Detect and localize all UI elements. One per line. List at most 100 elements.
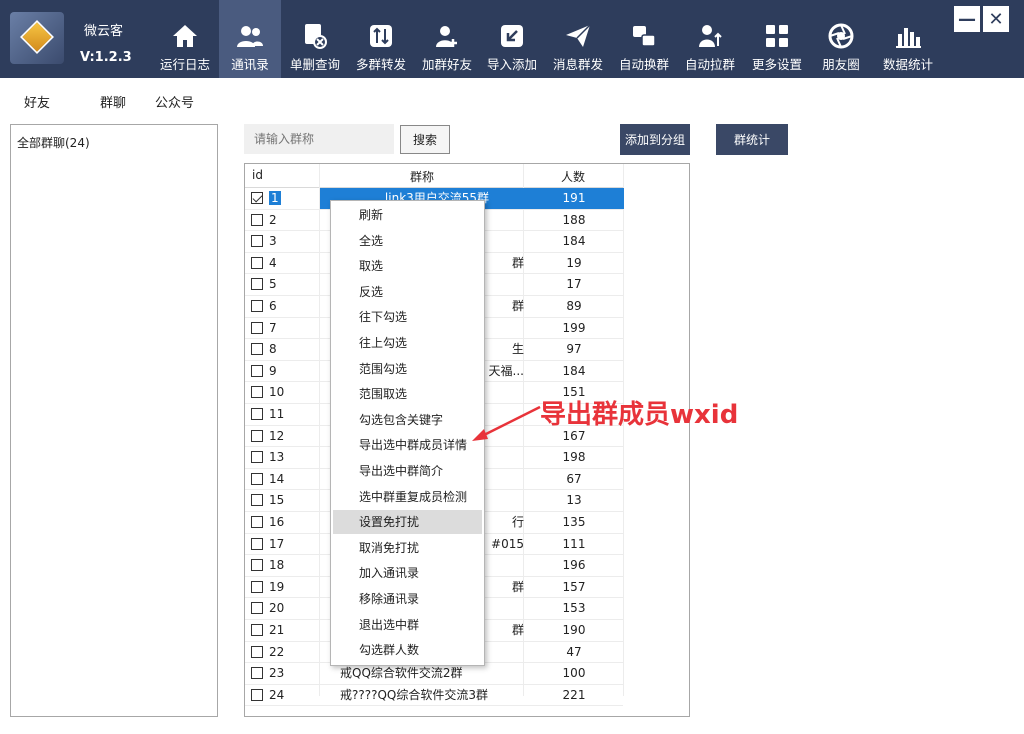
row-checkbox[interactable]	[251, 667, 263, 680]
context-menu-item[interactable]: 勾选包含关键字	[333, 408, 482, 432]
row-member-count: 19	[566, 255, 582, 270]
close-button[interactable]: ✕	[983, 6, 1009, 32]
row-member-count: 196	[562, 558, 586, 573]
search-button[interactable]: 搜索	[400, 125, 450, 154]
toolbar-multi-forward[interactable]: 多群转发	[350, 0, 412, 78]
toolbar-label: 多群转发	[355, 57, 406, 72]
toolbar-label: 朋友圈	[822, 57, 860, 72]
row-checkbox[interactable]	[251, 321, 263, 334]
context-menu-item[interactable]: 刷新	[333, 203, 482, 227]
annotation-label: 导出群成员wxid	[540, 400, 739, 430]
context-menu-item[interactable]: 移除通讯录	[333, 587, 482, 611]
toolbar-run-log[interactable]: 运行日志	[154, 0, 216, 78]
toolbar-import-add[interactable]: 导入添加	[481, 0, 543, 78]
row-id: 24	[269, 687, 285, 702]
toolbar-add-friend[interactable]: 加群好友	[416, 0, 478, 78]
tab-friends[interactable]: 好友	[24, 92, 50, 111]
toolbar-label: 单删查询	[289, 57, 340, 72]
tab-group-chats[interactable]: 群聊	[100, 92, 126, 111]
group-stats-button[interactable]: 群统计	[716, 124, 788, 155]
row-id-cell: 24	[251, 688, 284, 702]
row-id-cell: 7	[251, 321, 277, 335]
minimize-button[interactable]: —	[954, 6, 980, 32]
toolbar-contacts[interactable]: 通讯录	[219, 0, 281, 78]
toolbar-data-stats[interactable]: 数据统计	[877, 0, 939, 78]
context-menu-item[interactable]: 反选	[333, 280, 482, 304]
row-checkbox[interactable]	[251, 300, 263, 312]
context-menu-item[interactable]: 范围取选	[333, 382, 482, 406]
context-menu-item[interactable]: 设置免打扰	[333, 510, 482, 535]
table-header: id 群称 人数	[245, 164, 623, 188]
context-menu-item[interactable]: 取选	[333, 254, 482, 278]
row-id-cell: 17	[251, 537, 284, 551]
row-checkbox[interactable]	[251, 602, 263, 615]
row-checkbox[interactable]	[251, 537, 263, 550]
header-id: id	[252, 168, 263, 182]
row-checkbox[interactable]	[251, 408, 263, 420]
toolbar-mass-message[interactable]: 消息群发	[547, 0, 609, 78]
toolbar-label: 通讯录	[231, 57, 269, 72]
row-checkbox[interactable]	[251, 645, 263, 658]
row-member-count: 221	[562, 687, 586, 702]
table-row[interactable]: 23 戒QQ综合软件交流2群 100	[245, 663, 623, 685]
context-menu-item[interactable]: 选中群重复成员检测	[333, 485, 482, 509]
row-checkbox[interactable]	[251, 451, 263, 464]
toolbar-delete-check[interactable]: 单删查询	[284, 0, 346, 78]
toolbar-more-settings[interactable]: 更多设置	[746, 0, 808, 78]
import-icon	[498, 22, 526, 50]
row-member-count: 67	[566, 471, 582, 486]
row-checkbox[interactable]	[251, 256, 263, 269]
row-id-cell: 14	[251, 472, 284, 486]
context-menu-item[interactable]: 往下勾选	[333, 305, 482, 329]
context-menu-item[interactable]: 退出选中群	[333, 613, 482, 637]
tab-official-accounts[interactable]: 公众号	[155, 92, 194, 111]
add-to-group-button[interactable]: 添加到分组	[620, 124, 690, 155]
row-checkbox[interactable]	[251, 343, 263, 356]
row-id: 23	[269, 666, 285, 681]
search-input[interactable]	[244, 124, 394, 154]
context-menu-item[interactable]: 加入通讯录	[333, 561, 482, 585]
row-checkbox[interactable]	[251, 559, 263, 572]
context-menu-item[interactable]: 勾选群人数	[333, 638, 482, 662]
category-all-groups[interactable]: 全部群聊(24)	[17, 134, 90, 151]
forward-icon	[367, 22, 395, 50]
context-menu-item[interactable]: 范围勾选	[333, 357, 482, 381]
row-checkbox[interactable]	[251, 516, 263, 528]
row-checkbox[interactable]	[251, 624, 263, 636]
row-checkbox[interactable]	[251, 386, 263, 399]
context-menu-item[interactable]: 取消免打扰	[333, 536, 482, 560]
row-checkbox[interactable]	[251, 235, 263, 248]
table-row[interactable]: 24 戒????QQ综合软件交流3群 221	[245, 685, 623, 707]
home-icon	[171, 22, 199, 50]
context-menu-item[interactable]: 全选	[333, 229, 482, 253]
row-id: 19	[269, 579, 285, 594]
row-checkbox[interactable]	[251, 364, 263, 377]
row-checkbox[interactable]	[251, 688, 263, 701]
row-checkbox[interactable]	[251, 429, 263, 442]
row-checkbox[interactable]	[251, 192, 263, 204]
toolbar-auto-switch[interactable]: 自动换群	[613, 0, 675, 78]
row-checkbox[interactable]	[251, 494, 263, 507]
toolbar-moments[interactable]: 朋友圈	[810, 0, 872, 78]
add-friend-icon	[433, 22, 461, 50]
row-id: 5	[269, 277, 277, 292]
aperture-icon	[827, 22, 855, 50]
row-id-cell: 9	[251, 364, 277, 378]
context-menu-item[interactable]: 导出选中群简介	[333, 459, 482, 483]
row-id-cell: 11	[251, 407, 284, 421]
row-id-cell: 2	[251, 213, 277, 227]
row-id: 14	[269, 471, 285, 486]
grid-icon	[763, 22, 791, 50]
row-id-cell: 5	[251, 277, 277, 291]
row-checkbox[interactable]	[251, 213, 263, 226]
row-id-cell: 16	[251, 515, 284, 529]
context-menu-item[interactable]: 往上勾选	[333, 331, 482, 355]
row-checkbox[interactable]	[251, 278, 263, 291]
context-menu-item[interactable]: 导出选中群成员详情	[333, 433, 482, 457]
row-group-name: 戒QQ综合软件交流2群	[340, 666, 463, 681]
row-checkbox[interactable]	[251, 472, 263, 485]
toolbar-auto-pull[interactable]: 自动拉群	[679, 0, 741, 78]
row-member-count: 111	[562, 536, 586, 551]
row-checkbox[interactable]	[251, 580, 263, 593]
toolbar-label: 数据统计	[882, 57, 933, 72]
